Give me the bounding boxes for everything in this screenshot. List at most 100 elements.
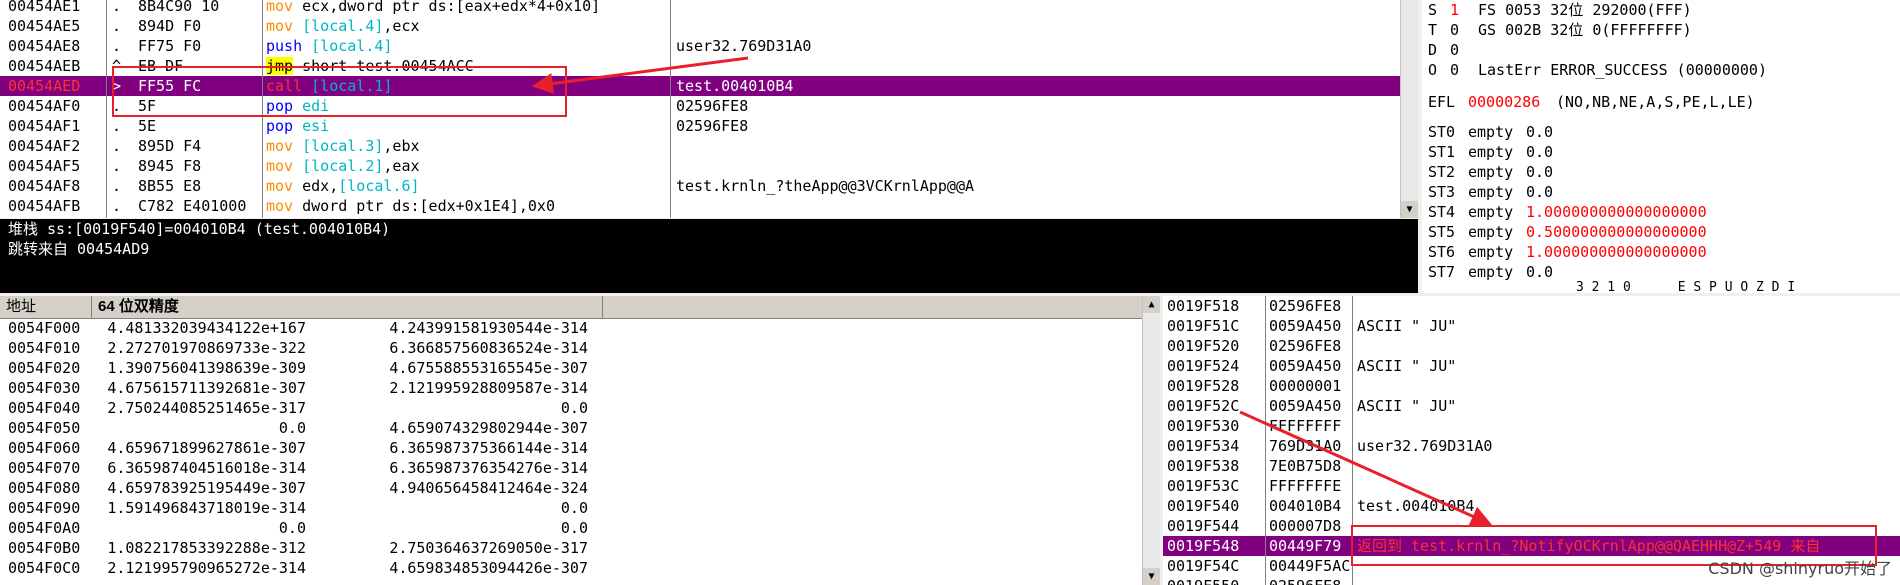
dump-row[interactable]: 0054F020 1.390756041398639e-309 4.67558855… [0, 358, 1160, 378]
fpu-register-state: empty [1468, 243, 1514, 261]
dump-row[interactable]: 0054F0A0 0.0 0.0 [0, 518, 1160, 538]
flag-value[interactable]: 0 [1450, 60, 1459, 80]
efl-value[interactable]: 00000286 [1468, 92, 1540, 112]
dump-row[interactable]: 0054F0C0 2.121995790965272e-314 4.65983485… [0, 558, 1160, 578]
stack-row[interactable]: 0019F520 02596FE8 [1163, 336, 1900, 356]
efl-row[interactable]: EFL 00000286 (NO,NB,NE,A,S,PE,L,LE) [1422, 92, 1900, 112]
dump-address: 0054F050 [8, 419, 81, 437]
fpu-register-row[interactable]: ST4 empty 1.000000000000000000 [1422, 202, 1900, 222]
disasm-row[interactable]: 00454AE1. 8B4C90 10 mov ecx,dword ptr ds:[… [0, 0, 1418, 16]
stack-row[interactable]: 0019F540 004010B4 test.004010B4 [1163, 496, 1900, 516]
dump-row[interactable]: 0054F080 4.659783925195449e-307 4.94065645… [0, 478, 1160, 498]
disasm-address: 00454AF2 [8, 137, 81, 155]
instruction-token: push [266, 37, 312, 55]
scroll-up-icon[interactable]: ▲ [1143, 296, 1160, 313]
fpu-register-row[interactable]: ST5 empty 0.500000000000000000 [1422, 222, 1900, 242]
dump-row[interactable]: 0054F070 6.365987404516018e-314 6.36598737… [0, 458, 1160, 478]
stack-comment: 返回到 test.krnln_?NotifyOCKrnlApp@@QAEHHH@… [1357, 537, 1821, 555]
fpu-register-row[interactable]: ST6 empty 1.000000000000000000 [1422, 242, 1900, 262]
fpu-register-value[interactable]: 0.0 [1526, 142, 1886, 162]
stack-row[interactable]: 0019F52C 0059A450 ASCII " JU" [1163, 396, 1900, 416]
instruction-token: mov [266, 197, 303, 215]
flag-row[interactable]: S 1 FS 0053 32位 292000(FFF) [1422, 0, 1900, 20]
dump-address: 0054F060 [8, 439, 81, 457]
disasm-bytes: C782 E401000 [138, 197, 247, 215]
stack-row[interactable]: 0019F544 000007D8 [1163, 516, 1900, 536]
dump-header-data[interactable]: 64 位双精度 [92, 296, 179, 318]
registers-panel[interactable]: S 1 FS 0053 32位 292000(FFF) T 0 GS 002B 32位 0… [1422, 0, 1900, 293]
dump-row[interactable]: 0054F000 4.481332039434122e+167 4.24399158… [0, 318, 1160, 338]
scroll-down-icon[interactable]: ▼ [1401, 201, 1418, 218]
disasm-address: 00454AEB [8, 57, 81, 75]
stack-row[interactable]: 0019F53C FFFFFFFE [1163, 476, 1900, 496]
disasm-row[interactable]: 00454AED > FF55 FC call [local.1] test.00401… [0, 76, 1418, 96]
disasm-row[interactable]: 00454AF0. 5F pop edi 02596FE8 [0, 96, 1418, 116]
disasm-row[interactable]: 00454AF5. 8945 F8 mov [local.2],eax [0, 156, 1418, 176]
stack-comment: ASCII " JU" [1357, 357, 1457, 375]
disasm-row[interactable]: 00454AF8. 8B55 E8 mov edx,[local.6] test.kr… [0, 176, 1418, 196]
disasm-address: 00454AE8 [8, 37, 81, 55]
flag-value[interactable]: 0 [1450, 40, 1459, 60]
dump-row[interactable]: 0054F090 1.591496843718019e-314 0.0 [0, 498, 1160, 518]
fpu-register-value[interactable]: 0.0 [1526, 122, 1886, 142]
fpu-register-value[interactable]: 0.500000000000000000 [1526, 222, 1886, 242]
stack-address: 0019F548 [1167, 537, 1240, 555]
fpu-register-value[interactable]: 1.000000000000000000 [1526, 242, 1886, 262]
flag-row[interactable]: D0 [1422, 40, 1900, 60]
disasm-row[interactable]: 00454AFB. C782 E401000 mov dword ptr ds:[e… [0, 196, 1418, 216]
disasm-row[interactable]: 00454AE8. FF75 F0 push [local.4] user32.769… [0, 36, 1418, 56]
dump-value-1: 2.272701970869733e-322 [107, 339, 306, 357]
instruction-token: jmp [266, 57, 294, 75]
dump-value-1: 4.659671899627861e-307 [107, 439, 306, 457]
disasm-row[interactable]: 00454AF2. 895D F4 mov [local.3],ebx [0, 136, 1418, 156]
memory-dump-panel[interactable]: 地址 64 位双精度 0054F000 4.481332039434122e+16… [0, 296, 1160, 585]
flag-row[interactable]: O 0 LastErr ERROR_SUCCESS (00000000) [1422, 60, 1900, 80]
dump-row[interactable]: 0054F030 4.675615711392681e-307 2.12199592… [0, 378, 1160, 398]
stack-row[interactable]: 0019F530 FFFFFFFF [1163, 416, 1900, 436]
dump-row[interactable]: 0054F050 0.0 4.659074329802944e-307 [0, 418, 1160, 438]
dump-row[interactable]: 0054F0B0 1.082217853392288e-312 2.75036463… [0, 538, 1160, 558]
stack-address: 0019F528 [1167, 377, 1240, 395]
instruction-token: ,ecx [383, 17, 420, 35]
fpu-register-row[interactable]: ST0 empty 0.0 [1422, 122, 1900, 142]
stack-row[interactable]: 0019F528 00000001 [1163, 376, 1900, 396]
stack-row[interactable]: 0019F534 769D31A0 user32.769D31A0 [1163, 436, 1900, 456]
dump-header-address[interactable]: 地址 [0, 296, 36, 318]
disasm-comment: 02596FE8 [676, 117, 749, 135]
dump-value-2: 4.243991581930544e-314 [389, 319, 588, 337]
dump-row[interactable]: 0054F010 2.272701970869733e-322 6.36685756… [0, 338, 1160, 358]
fpu-register-state: empty [1468, 263, 1514, 281]
disasm-row[interactable]: 00454AF1. 5E pop esi 02596FE8 [0, 116, 1418, 136]
dump-value-1: 6.365987404516018e-314 [107, 459, 306, 477]
stack-panel[interactable]: 0019F518 02596FE8 0019F51C 0059A450 ASCII " … [1163, 296, 1900, 585]
stack-row[interactable]: 0019F548 00449F79 返回到 test.krnln_?NotifyOC… [1163, 536, 1900, 556]
fpu-register-row[interactable]: ST2 empty 0.0 [1422, 162, 1900, 182]
stack-comment: user32.769D31A0 [1357, 437, 1493, 455]
stack-row[interactable]: 0019F538 7E0B75D8 [1163, 456, 1900, 476]
disasm-bytes: 8B55 E8 [138, 177, 202, 195]
stack-row[interactable]: 0019F51C 0059A450 ASCII " JU" [1163, 316, 1900, 336]
stack-row[interactable]: 0019F518 02596FE8 [1163, 296, 1900, 316]
disasm-instruction: pop esi [266, 116, 668, 136]
flag-value[interactable]: 1 [1450, 0, 1459, 20]
disasm-row[interactable]: 00454AE5. 894D F0 mov [local.4],ecx [0, 16, 1418, 36]
fpu-register-row[interactable]: ST3 empty 0.0 [1422, 182, 1900, 202]
disasm-scrollbar[interactable]: ▼ [1400, 0, 1418, 218]
stack-row[interactable]: 0019F524 0059A450 ASCII " JU" [1163, 356, 1900, 376]
dump-row[interactable]: 0054F060 4.659671899627861e-307 6.36598737… [0, 438, 1160, 458]
fpu-register-row[interactable]: ST7 empty 0.0 [1422, 262, 1900, 282]
fpu-register-value[interactable]: 1.000000000000000000 [1526, 202, 1886, 222]
dump-row[interactable]: 0054F040 2.750244085251465e-317 0.0 [0, 398, 1160, 418]
dump-address: 0054F090 [8, 499, 81, 517]
scroll-down-icon[interactable]: ▼ [1143, 568, 1160, 585]
flag-row[interactable]: T 0 GS 002B 32位 0(FFFFFFFF) [1422, 20, 1900, 40]
dump-scrollbar[interactable]: ▲ ▼ [1142, 296, 1160, 585]
disasm-row[interactable]: 00454AEB ^ EB DF jmp short test.00454ACC [0, 56, 1418, 76]
fpu-register-value[interactable]: 0.0 [1526, 262, 1886, 282]
fpu-register-value[interactable]: 0.0 [1526, 182, 1886, 202]
fpu-register-row[interactable]: ST1 empty 0.0 [1422, 142, 1900, 162]
disassembly-panel[interactable]: 00454AE1. 8B4C90 10 mov ecx,dword ptr ds:[… [0, 0, 1418, 218]
flag-value[interactable]: 0 [1450, 20, 1459, 40]
stack-value: 769D31A0 [1269, 437, 1342, 455]
fpu-register-value[interactable]: 0.0 [1526, 162, 1886, 182]
